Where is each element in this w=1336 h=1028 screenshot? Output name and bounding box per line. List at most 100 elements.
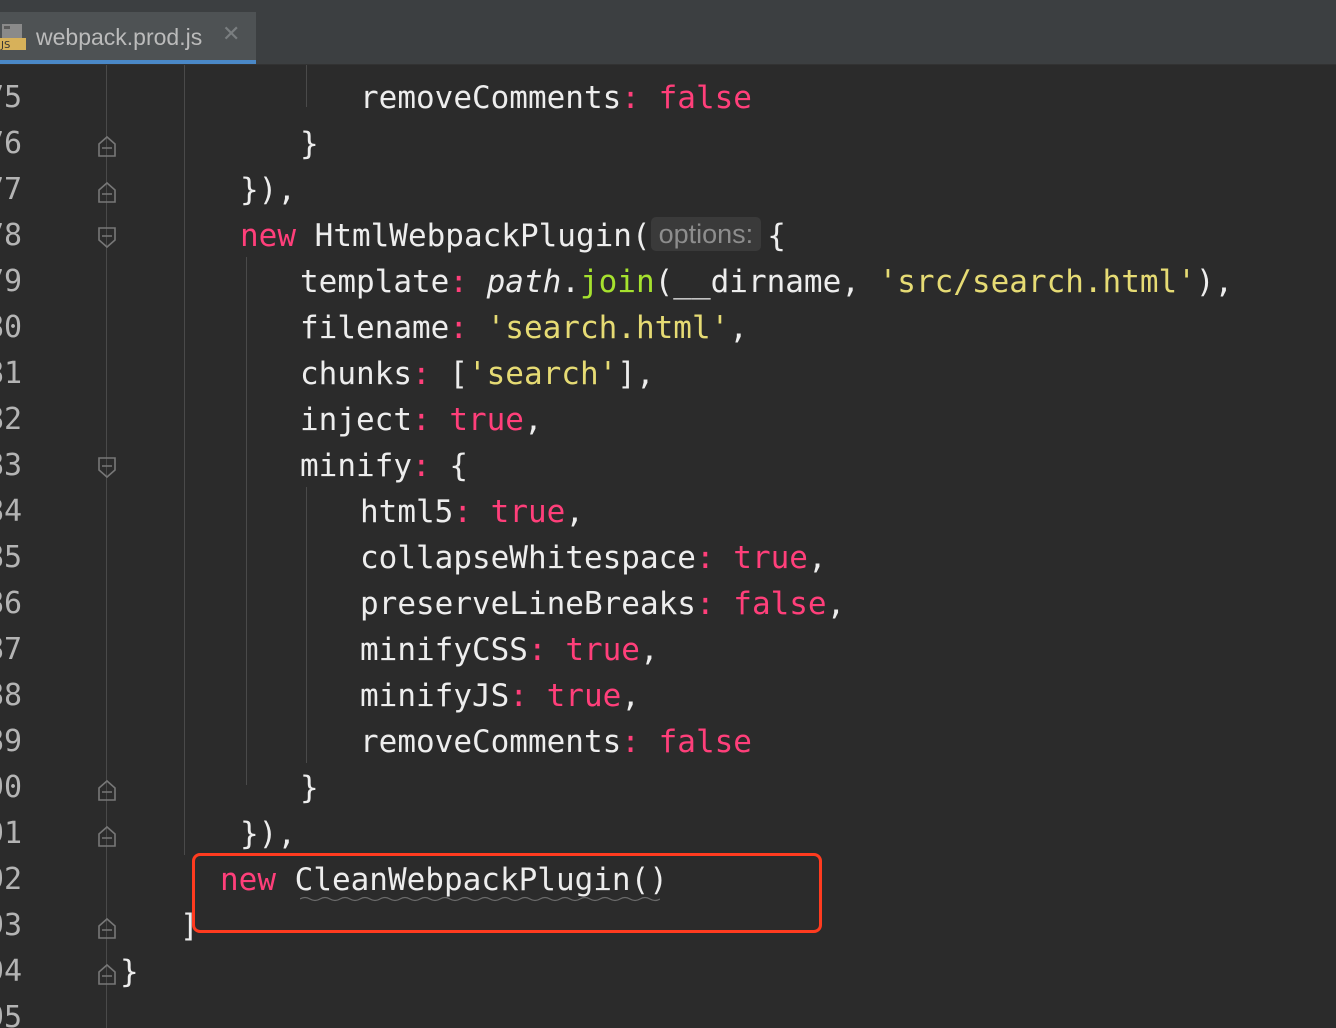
code-token: 'src/search.html' bbox=[878, 264, 1196, 300]
code-line[interactable]: 90} bbox=[0, 765, 1336, 811]
code-token: : bbox=[509, 678, 547, 714]
code-token: : bbox=[411, 356, 450, 392]
code-line[interactable]: 75 removeComments: false bbox=[0, 75, 1336, 121]
code-token: }), bbox=[240, 816, 296, 852]
code-token: true bbox=[490, 494, 566, 530]
code-line[interactable]: 86 preserveLineBreaks: false, bbox=[0, 581, 1336, 627]
code-token: ), bbox=[1195, 264, 1234, 300]
code-text: minify: { bbox=[300, 443, 468, 489]
code-token: true bbox=[733, 540, 808, 576]
line-number: 75 bbox=[0, 80, 23, 115]
code-text: inject: true, bbox=[300, 397, 543, 443]
code-text: } bbox=[120, 949, 139, 995]
code-text: } bbox=[300, 121, 319, 167]
code-text: chunks: ['search'], bbox=[300, 351, 655, 397]
javascript-file-icon: JS bbox=[0, 24, 26, 50]
code-text: new HtmlWebpackPlugin(options:{ bbox=[240, 213, 786, 259]
code-token: chunks bbox=[300, 356, 412, 392]
code-token: true bbox=[546, 678, 622, 714]
code-token: join bbox=[579, 264, 655, 300]
tab-title: webpack.prod.js bbox=[36, 24, 203, 50]
code-text: preserveLineBreaks: false, bbox=[360, 581, 845, 627]
code-token: . bbox=[561, 264, 580, 300]
code-token: collapseWhitespace bbox=[360, 540, 696, 576]
code-line[interactable]: 81 chunks: ['search'], bbox=[0, 351, 1336, 397]
code-text: html5: true, bbox=[360, 489, 584, 535]
line-number: 77 bbox=[0, 172, 23, 207]
code-token: }), bbox=[240, 172, 296, 208]
code-token: 'search' bbox=[467, 356, 618, 392]
code-text: template: path.join(__dirname, 'src/sear… bbox=[300, 259, 1233, 305]
line-number: 88 bbox=[0, 678, 23, 713]
line-number: 90 bbox=[0, 770, 23, 805]
line-number: 85 bbox=[0, 540, 23, 575]
code-line[interactable]: 77}), bbox=[0, 167, 1336, 213]
code-token: filename bbox=[300, 310, 450, 346]
code-token: { bbox=[767, 218, 786, 254]
tab-webpack-prod-js[interactable]: JS webpack.prod.js ✕ bbox=[0, 12, 256, 64]
line-number: 80 bbox=[0, 310, 23, 345]
code-line[interactable]: 79 template: path.join(__dirname, 'src/se… bbox=[0, 259, 1336, 305]
code-token: inject bbox=[300, 402, 412, 438]
code-line[interactable]: 89 removeComments: false bbox=[0, 719, 1336, 765]
code-text: filename: 'search.html', bbox=[300, 305, 748, 351]
code-line[interactable]: 85 collapseWhitespace: true, bbox=[0, 535, 1336, 581]
code-token: , bbox=[807, 540, 827, 576]
code-text: minifyCSS: true, bbox=[360, 627, 659, 673]
code-line[interactable]: 84 html5: true, bbox=[0, 489, 1336, 535]
code-token: } bbox=[120, 954, 139, 990]
code-token: 'search.html' bbox=[486, 310, 730, 346]
code-text: removeComments: false bbox=[360, 719, 752, 765]
code-line[interactable]: 76} bbox=[0, 121, 1336, 167]
code-line[interactable]: 83 minify: { bbox=[0, 443, 1336, 489]
code-token: removeComments bbox=[360, 80, 622, 116]
code-line[interactable]: 80 filename: 'search.html', bbox=[0, 305, 1336, 351]
line-number: 84 bbox=[0, 494, 23, 529]
code-text: }), bbox=[240, 167, 296, 213]
line-number: 79 bbox=[0, 264, 23, 299]
line-number: 87 bbox=[0, 632, 23, 667]
code-token: template bbox=[300, 264, 450, 300]
line-number: 93 bbox=[0, 908, 23, 943]
code-line[interactable]: 78 new HtmlWebpackPlugin(options:{ bbox=[0, 213, 1336, 259]
code-line[interactable]: 94} bbox=[0, 949, 1336, 995]
parameter-hint: options: bbox=[650, 217, 762, 251]
code-line[interactable]: 87 minifyCSS: true, bbox=[0, 627, 1336, 673]
code-line[interactable]: 82 inject: true, bbox=[0, 397, 1336, 443]
code-token: : bbox=[621, 80, 659, 116]
close-icon[interactable]: ✕ bbox=[222, 22, 240, 47]
code-line[interactable]: 95 bbox=[0, 995, 1336, 1028]
line-number: 78 bbox=[0, 218, 23, 253]
code-token: minifyCSS bbox=[360, 632, 528, 668]
code-token: ], bbox=[617, 356, 655, 392]
code-token: { bbox=[449, 448, 468, 484]
code-token: : bbox=[695, 540, 734, 576]
line-number: 76 bbox=[0, 126, 23, 161]
code-token: } bbox=[300, 770, 319, 806]
code-token: : bbox=[449, 310, 487, 346]
code-token: [ bbox=[449, 356, 468, 392]
code-token: : bbox=[411, 448, 450, 484]
highlight-box bbox=[192, 853, 822, 933]
line-number: 94 bbox=[0, 954, 23, 989]
code-token: , bbox=[523, 402, 543, 438]
code-token: (__dirname, bbox=[654, 264, 879, 300]
line-number: 82 bbox=[0, 402, 23, 437]
code-token: } bbox=[300, 126, 319, 162]
code-token: true bbox=[565, 632, 640, 668]
editor-tab-bar: JS webpack.prod.js ✕ bbox=[0, 0, 1336, 65]
code-token: , bbox=[729, 310, 748, 346]
line-number: 81 bbox=[0, 356, 23, 391]
code-token: : bbox=[527, 632, 566, 668]
line-number: 95 bbox=[0, 1000, 23, 1028]
code-token: true bbox=[449, 402, 524, 438]
code-line[interactable]: 91}), bbox=[0, 811, 1336, 857]
code-text: removeComments: false bbox=[360, 75, 752, 121]
code-token: html5 bbox=[360, 494, 454, 530]
code-line[interactable]: 88 minifyJS: true, bbox=[0, 673, 1336, 719]
code-token: false bbox=[658, 724, 752, 760]
code-text: }), bbox=[240, 811, 296, 857]
line-number: 91 bbox=[0, 816, 23, 851]
code-token: : bbox=[411, 402, 450, 438]
code-token: : bbox=[453, 494, 491, 530]
